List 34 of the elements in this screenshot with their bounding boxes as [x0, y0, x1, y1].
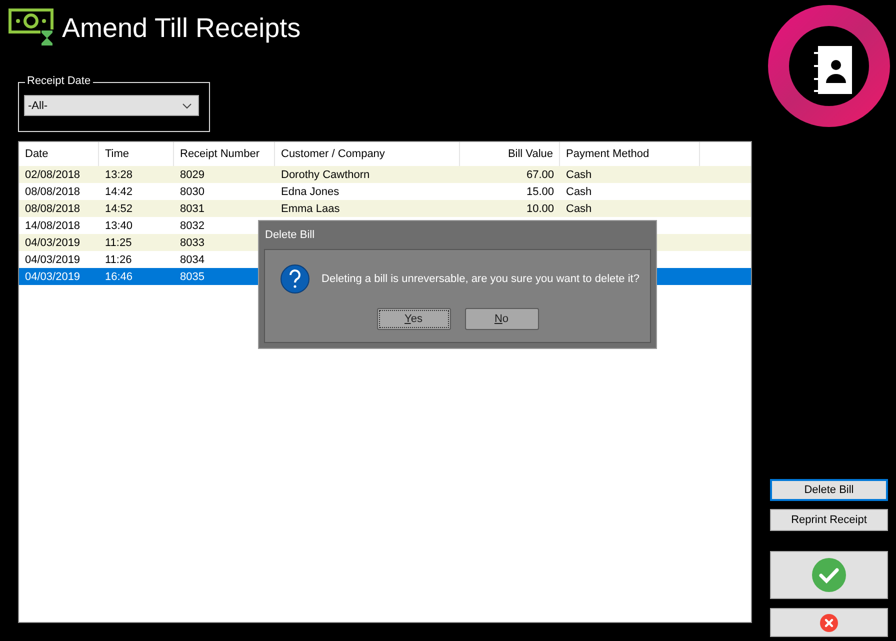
table-cell-text: 02/08/2018: [24, 168, 82, 180]
table-cell-text: 8029: [179, 168, 206, 180]
table-cell-text: 16:46: [104, 270, 134, 282]
table-cell-text: Cash: [565, 186, 593, 198]
table-cell-text: 8031: [179, 202, 206, 214]
table-cell-text: 04/03/2019: [24, 270, 82, 282]
table-cell-text: Edna Jones: [280, 186, 340, 198]
table-cell-text: 14:52: [104, 202, 134, 214]
table-cell-text: 8034: [179, 254, 206, 266]
table-cell-text: Dorothy Cawthorn: [280, 168, 371, 180]
table-cell-text: 11:25: [104, 236, 133, 248]
table-cell-text: 04/03/2019: [24, 236, 82, 248]
table-cell-text: 10.00: [525, 202, 555, 214]
table-cell-text: Cash: [565, 168, 593, 180]
table-cell-text: 13:28: [104, 168, 134, 180]
table-cell-text: 08/08/2018: [24, 186, 82, 198]
table-cell-text: 67.00: [525, 168, 555, 180]
table-cell-text: 13:40: [104, 220, 134, 232]
table-cell-text: 8035: [179, 270, 206, 282]
table-cell-text: 15.00: [525, 186, 555, 198]
dialog-title: Delete Bill: [265, 229, 315, 241]
page-title: Amend Till Receipts: [62, 12, 301, 44]
table-cell-text: Cash: [565, 202, 593, 214]
table-cell-text: 04/03/2019: [24, 254, 82, 266]
table-cell-text: 11:26: [104, 254, 133, 266]
table-cell-text: 8032: [179, 220, 206, 232]
table-cell-text: 14:42: [104, 186, 134, 198]
group-label: Receipt Date: [25, 75, 93, 87]
dialog-message: Deleting a bill is unreversable, are you sure you want to delete it?: [322, 273, 640, 285]
table-cell-text: 8030: [179, 186, 206, 198]
table-cell-text: 08/08/2018: [24, 202, 82, 214]
table-cell-text: Emma Laas: [280, 202, 341, 214]
table-cell-text: 14/08/2018: [24, 220, 82, 232]
table-cell-text: 8033: [179, 236, 206, 248]
